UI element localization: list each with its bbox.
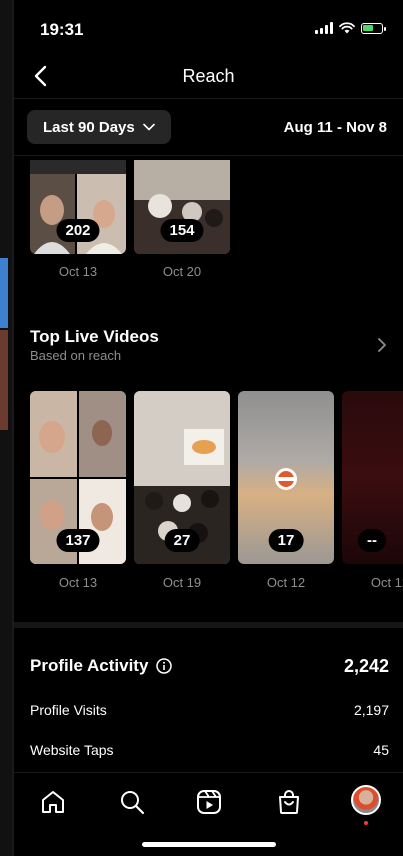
- signal-icon: [315, 22, 333, 34]
- search-icon[interactable]: [117, 787, 147, 817]
- live-video-date: Oct 12: [266, 575, 306, 590]
- live-video-thumbnail[interactable]: 17: [238, 391, 334, 564]
- website-taps-label: Website Taps: [30, 742, 114, 758]
- status-bar: 19:31: [14, 0, 403, 56]
- background-app-strip: [0, 330, 8, 430]
- home-icon[interactable]: [38, 787, 68, 817]
- reach-count-badge: 27: [164, 529, 200, 552]
- date-range-selector[interactable]: Last 90 Days: [27, 110, 171, 144]
- live-video-date: Oct 19: [162, 575, 202, 590]
- home-indicator[interactable]: [142, 842, 276, 847]
- profile-activity-total: 2,242: [343, 656, 389, 676]
- status-time: 19:31: [40, 20, 84, 39]
- profile-avatar[interactable]: [351, 785, 381, 815]
- post-thumbnail[interactable]: 202: [30, 160, 126, 254]
- profile-activity-heading: Profile Activity: [30, 656, 173, 676]
- post-date: Oct 20: [162, 264, 202, 279]
- reach-count-badge: 202: [56, 219, 100, 242]
- post-date: Oct 13: [58, 264, 98, 279]
- reach-screen: 19:31 Reach Last 90 Days Aug 11 - Nov 8 …: [12, 0, 403, 856]
- status-icons: [315, 22, 386, 34]
- profile-activity-title: Profile Activity: [30, 656, 149, 675]
- date-range-text: Aug 11 - Nov 8: [283, 119, 387, 136]
- reels-icon[interactable]: [194, 787, 224, 817]
- live-video-date: Oct 13: [58, 575, 98, 590]
- divider: [14, 155, 403, 156]
- live-video-thumbnail[interactable]: 27: [134, 391, 230, 564]
- notification-dot: [364, 821, 368, 825]
- battery-icon: [361, 22, 386, 34]
- info-icon[interactable]: [156, 658, 173, 674]
- section-subtitle: Based on reach: [30, 348, 122, 363]
- date-range-selector-label: Last 90 Days: [43, 118, 135, 136]
- section-divider: [14, 622, 403, 628]
- chevron-right-icon[interactable]: [375, 336, 389, 354]
- wifi-icon: [339, 22, 355, 34]
- shop-icon[interactable]: [274, 787, 304, 817]
- chevron-down-icon: [142, 123, 155, 131]
- bottom-tab-bar: [14, 772, 403, 856]
- page-title: Reach: [182, 66, 235, 86]
- post-thumbnail[interactable]: 154: [134, 160, 230, 254]
- website-taps-value: 45: [373, 742, 389, 758]
- reach-count-badge: 17: [268, 529, 304, 552]
- reach-count-badge: 154: [160, 219, 204, 242]
- nav-header: Reach: [14, 56, 403, 96]
- profile-visits-label: Profile Visits: [30, 702, 107, 718]
- live-video-thumbnail[interactable]: 137: [30, 391, 126, 564]
- divider: [14, 98, 403, 99]
- reach-count-badge: 137: [56, 529, 100, 552]
- section-title: Top Live Videos: [30, 327, 159, 346]
- live-video-thumbnail[interactable]: --: [342, 391, 403, 564]
- profile-visits-value: 2,197: [353, 702, 389, 718]
- reach-count-badge: --: [358, 529, 386, 552]
- background-app-strip: [0, 258, 8, 328]
- date-range-row: Last 90 Days Aug 11 - Nov 8: [14, 110, 403, 146]
- live-video-date: Oct 12: [370, 575, 403, 590]
